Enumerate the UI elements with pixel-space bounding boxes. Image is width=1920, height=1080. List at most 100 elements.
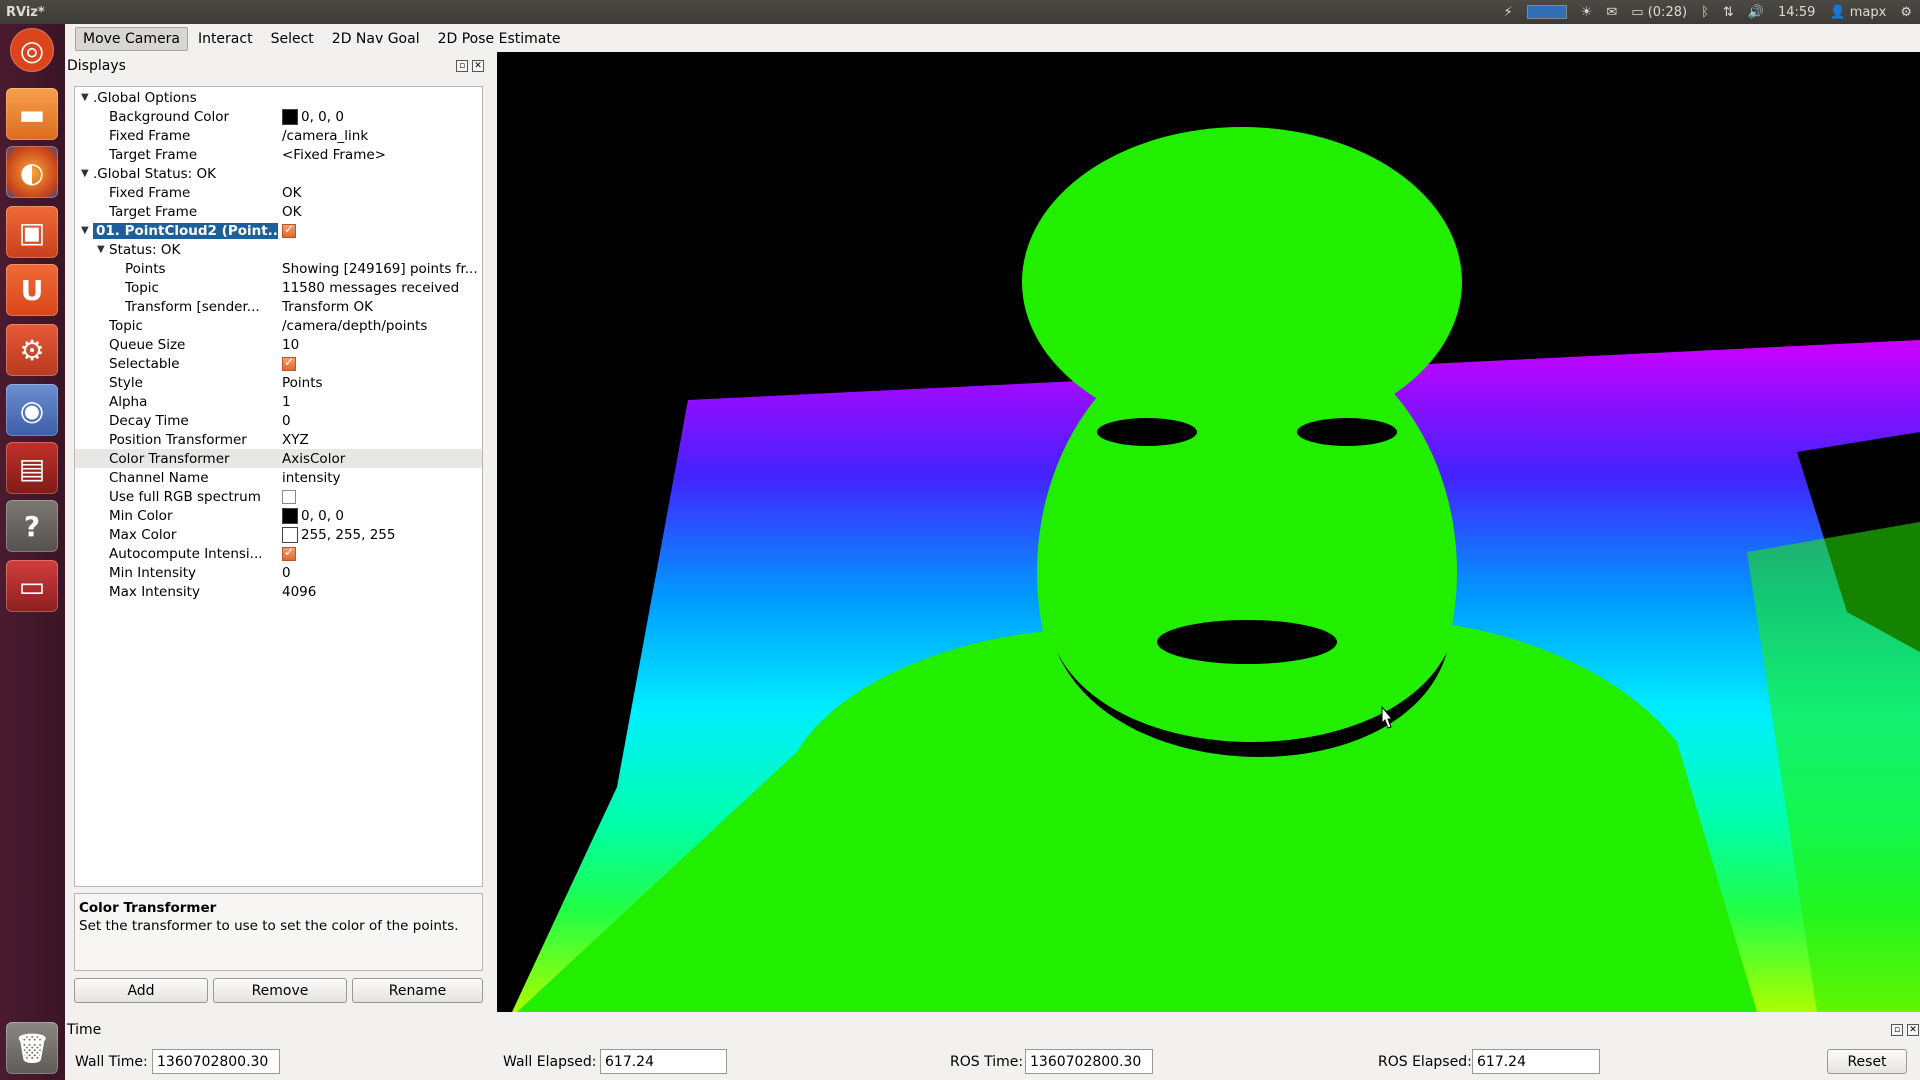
tree-row[interactable]: Selectable xyxy=(75,354,482,373)
reset-button[interactable]: Reset xyxy=(1827,1049,1907,1074)
tree-row[interactable]: ▼ 01. PointCloud2 (Point... xyxy=(75,221,482,240)
clock[interactable]: 14:59 xyxy=(1778,5,1815,20)
network-arrows-icon[interactable]: ⇅ xyxy=(1723,5,1734,20)
property-value-cell[interactable] xyxy=(282,356,480,371)
property-value-cell[interactable]: 0, 0, 0 xyxy=(282,507,480,524)
tree-row[interactable]: Transform [sender... Transform OK xyxy=(75,297,482,316)
property-value-cell[interactable] xyxy=(282,489,480,504)
close-panel-icon[interactable]: ✕ xyxy=(472,60,484,72)
tree-row[interactable]: Alpha 1 xyxy=(75,392,482,411)
color-swatch[interactable] xyxy=(282,526,298,543)
tree-row[interactable]: Topic 11580 messages received xyxy=(75,278,482,297)
property-value-cell[interactable]: intensity xyxy=(282,470,480,486)
dash-home-icon[interactable]: ◎ xyxy=(10,28,54,72)
property-value-cell[interactable]: 11580 messages received xyxy=(282,280,480,296)
tree-row[interactable]: Position Transformer XYZ xyxy=(75,430,482,449)
mail-icon[interactable]: ✉ xyxy=(1606,5,1617,20)
property-value-cell[interactable]: /camera_link xyxy=(282,128,480,144)
ubuntu-one-icon[interactable]: U xyxy=(6,264,58,316)
checkbox[interactable] xyxy=(282,223,296,238)
expand-arrow-icon[interactable]: ▼ xyxy=(81,225,89,236)
color-swatch[interactable] xyxy=(282,507,298,524)
bluetooth-icon[interactable]: ᛒ xyxy=(1701,5,1709,20)
tool-move-camera[interactable]: Move Camera xyxy=(75,27,188,51)
trash-icon[interactable]: 🗑 xyxy=(6,1022,58,1074)
rviz-app-icon[interactable]: ▤ xyxy=(6,442,58,494)
property-value-cell[interactable]: Transform OK xyxy=(282,299,480,315)
add-display-button[interactable]: Add xyxy=(74,978,208,1003)
property-value-cell[interactable]: /camera/depth/points xyxy=(282,318,480,334)
tree-row[interactable]: Max Intensity 4096 xyxy=(75,582,482,601)
tree-row[interactable]: Background Color 0, 0, 0 xyxy=(75,107,482,126)
settings-gear-icon[interactable]: ⚙ xyxy=(1900,5,1912,20)
battery-indicator[interactable]: ▭ (0:28) xyxy=(1631,5,1687,20)
tree-row[interactable]: Max Color 255, 255, 255 xyxy=(75,525,482,544)
tree-row[interactable]: Style Points xyxy=(75,373,482,392)
power-icon[interactable]: ⚡ xyxy=(1504,5,1513,20)
property-value-cell[interactable]: Showing [249169] points fr... xyxy=(282,261,480,277)
software-center-icon[interactable]: ▣ xyxy=(6,206,58,258)
checkbox[interactable] xyxy=(282,489,296,504)
checkbox[interactable] xyxy=(282,356,296,371)
checkbox[interactable] xyxy=(282,546,296,561)
system-settings-icon[interactable]: ⚙ xyxy=(6,324,58,376)
ros-time-field[interactable]: 1360702800.30 xyxy=(1025,1049,1153,1074)
tree-row[interactable]: Color Transformer AxisColor xyxy=(75,449,482,468)
tree-row[interactable]: ▼ .Global Options xyxy=(75,88,482,107)
tree-row[interactable]: Queue Size 10 xyxy=(75,335,482,354)
files-folder-icon[interactable]: ▬ xyxy=(6,88,58,140)
property-value-cell[interactable]: 0, 0, 0 xyxy=(282,108,480,125)
property-value-cell[interactable] xyxy=(282,546,480,561)
tree-row[interactable]: Min Intensity 0 xyxy=(75,563,482,582)
property-value-cell[interactable]: OK xyxy=(282,185,480,201)
tool-select[interactable]: Select xyxy=(263,27,322,51)
tree-row[interactable]: ▼ .Global Status: OK xyxy=(75,164,482,183)
tree-row[interactable]: Topic/camera/depth/points xyxy=(75,316,482,335)
remove-display-button[interactable]: Remove xyxy=(213,978,347,1003)
tree-row[interactable]: Autocompute Intensi... xyxy=(75,544,482,563)
tree-row[interactable]: Min Color 0, 0, 0 xyxy=(75,506,482,525)
tool-2d-nav-goal[interactable]: 2D Nav Goal xyxy=(324,27,428,51)
property-value-cell[interactable]: <Fixed Frame> xyxy=(282,147,480,163)
tree-row[interactable]: ▼ Status: OK xyxy=(75,240,482,259)
expand-arrow-icon[interactable]: ▼ xyxy=(81,168,89,179)
property-value-cell[interactable]: 1 xyxy=(282,394,480,410)
tree-row[interactable]: Use full RGB spectrum xyxy=(75,487,482,506)
property-value-cell[interactable] xyxy=(282,223,480,238)
property-value-cell[interactable]: 0 xyxy=(282,413,480,429)
rename-display-button[interactable]: Rename xyxy=(352,978,483,1003)
tree-row[interactable]: Decay Time 0 xyxy=(75,411,482,430)
tree-row[interactable]: Target Frame OK xyxy=(75,202,482,221)
property-value-cell[interactable]: 255, 255, 255 xyxy=(282,526,480,543)
property-value-cell[interactable]: XYZ xyxy=(282,432,480,448)
expand-arrow-icon[interactable]: ▼ xyxy=(81,92,89,103)
tree-row[interactable]: Target Frame <Fixed Frame> xyxy=(75,145,482,164)
tool-interact[interactable]: Interact xyxy=(190,27,261,51)
displays-tree[interactable]: ▼ .Global Options Background Color 0, 0, 0 F… xyxy=(74,86,483,887)
firefox-icon[interactable]: ◐ xyxy=(6,146,58,198)
user-menu[interactable]: 👤 mapx xyxy=(1829,5,1886,20)
ros-elapsed-field[interactable]: 617.24 xyxy=(1472,1049,1600,1074)
property-value-cell[interactable]: 4096 xyxy=(282,584,480,600)
property-value-cell[interactable]: 10 xyxy=(282,337,480,353)
color-swatch[interactable] xyxy=(282,108,298,125)
volume-icon[interactable]: 🔊 xyxy=(1748,5,1764,20)
brightness-icon[interactable]: ☀ xyxy=(1581,5,1593,20)
workspace-switcher-icon[interactable]: ▭ xyxy=(6,560,58,612)
expand-arrow-icon[interactable]: ▼ xyxy=(97,244,105,255)
chromium-icon[interactable]: ◉ xyxy=(6,384,58,436)
property-value-cell[interactable]: AxisColor xyxy=(282,451,480,467)
close-time-panel-icon[interactable]: ✕ xyxy=(1907,1024,1919,1036)
property-value-cell[interactable]: 0 xyxy=(282,565,480,581)
wall-elapsed-field[interactable]: 617.24 xyxy=(600,1049,727,1074)
wall-time-field[interactable]: 1360702800.30 xyxy=(152,1049,280,1074)
3d-render-view[interactable] xyxy=(497,52,1920,1012)
property-value-cell[interactable]: OK xyxy=(282,204,480,220)
float-panel-icon[interactable]: ▫ xyxy=(456,60,468,72)
property-value-cell[interactable]: Points xyxy=(282,375,480,391)
help-icon[interactable]: ? xyxy=(6,500,58,552)
float-time-panel-icon[interactable]: ▫ xyxy=(1891,1024,1903,1036)
network-indicator-icon[interactable] xyxy=(1526,5,1567,19)
tree-row[interactable]: Fixed Frame OK xyxy=(75,183,482,202)
tree-row[interactable]: Points Showing [249169] points fr... xyxy=(75,259,482,278)
